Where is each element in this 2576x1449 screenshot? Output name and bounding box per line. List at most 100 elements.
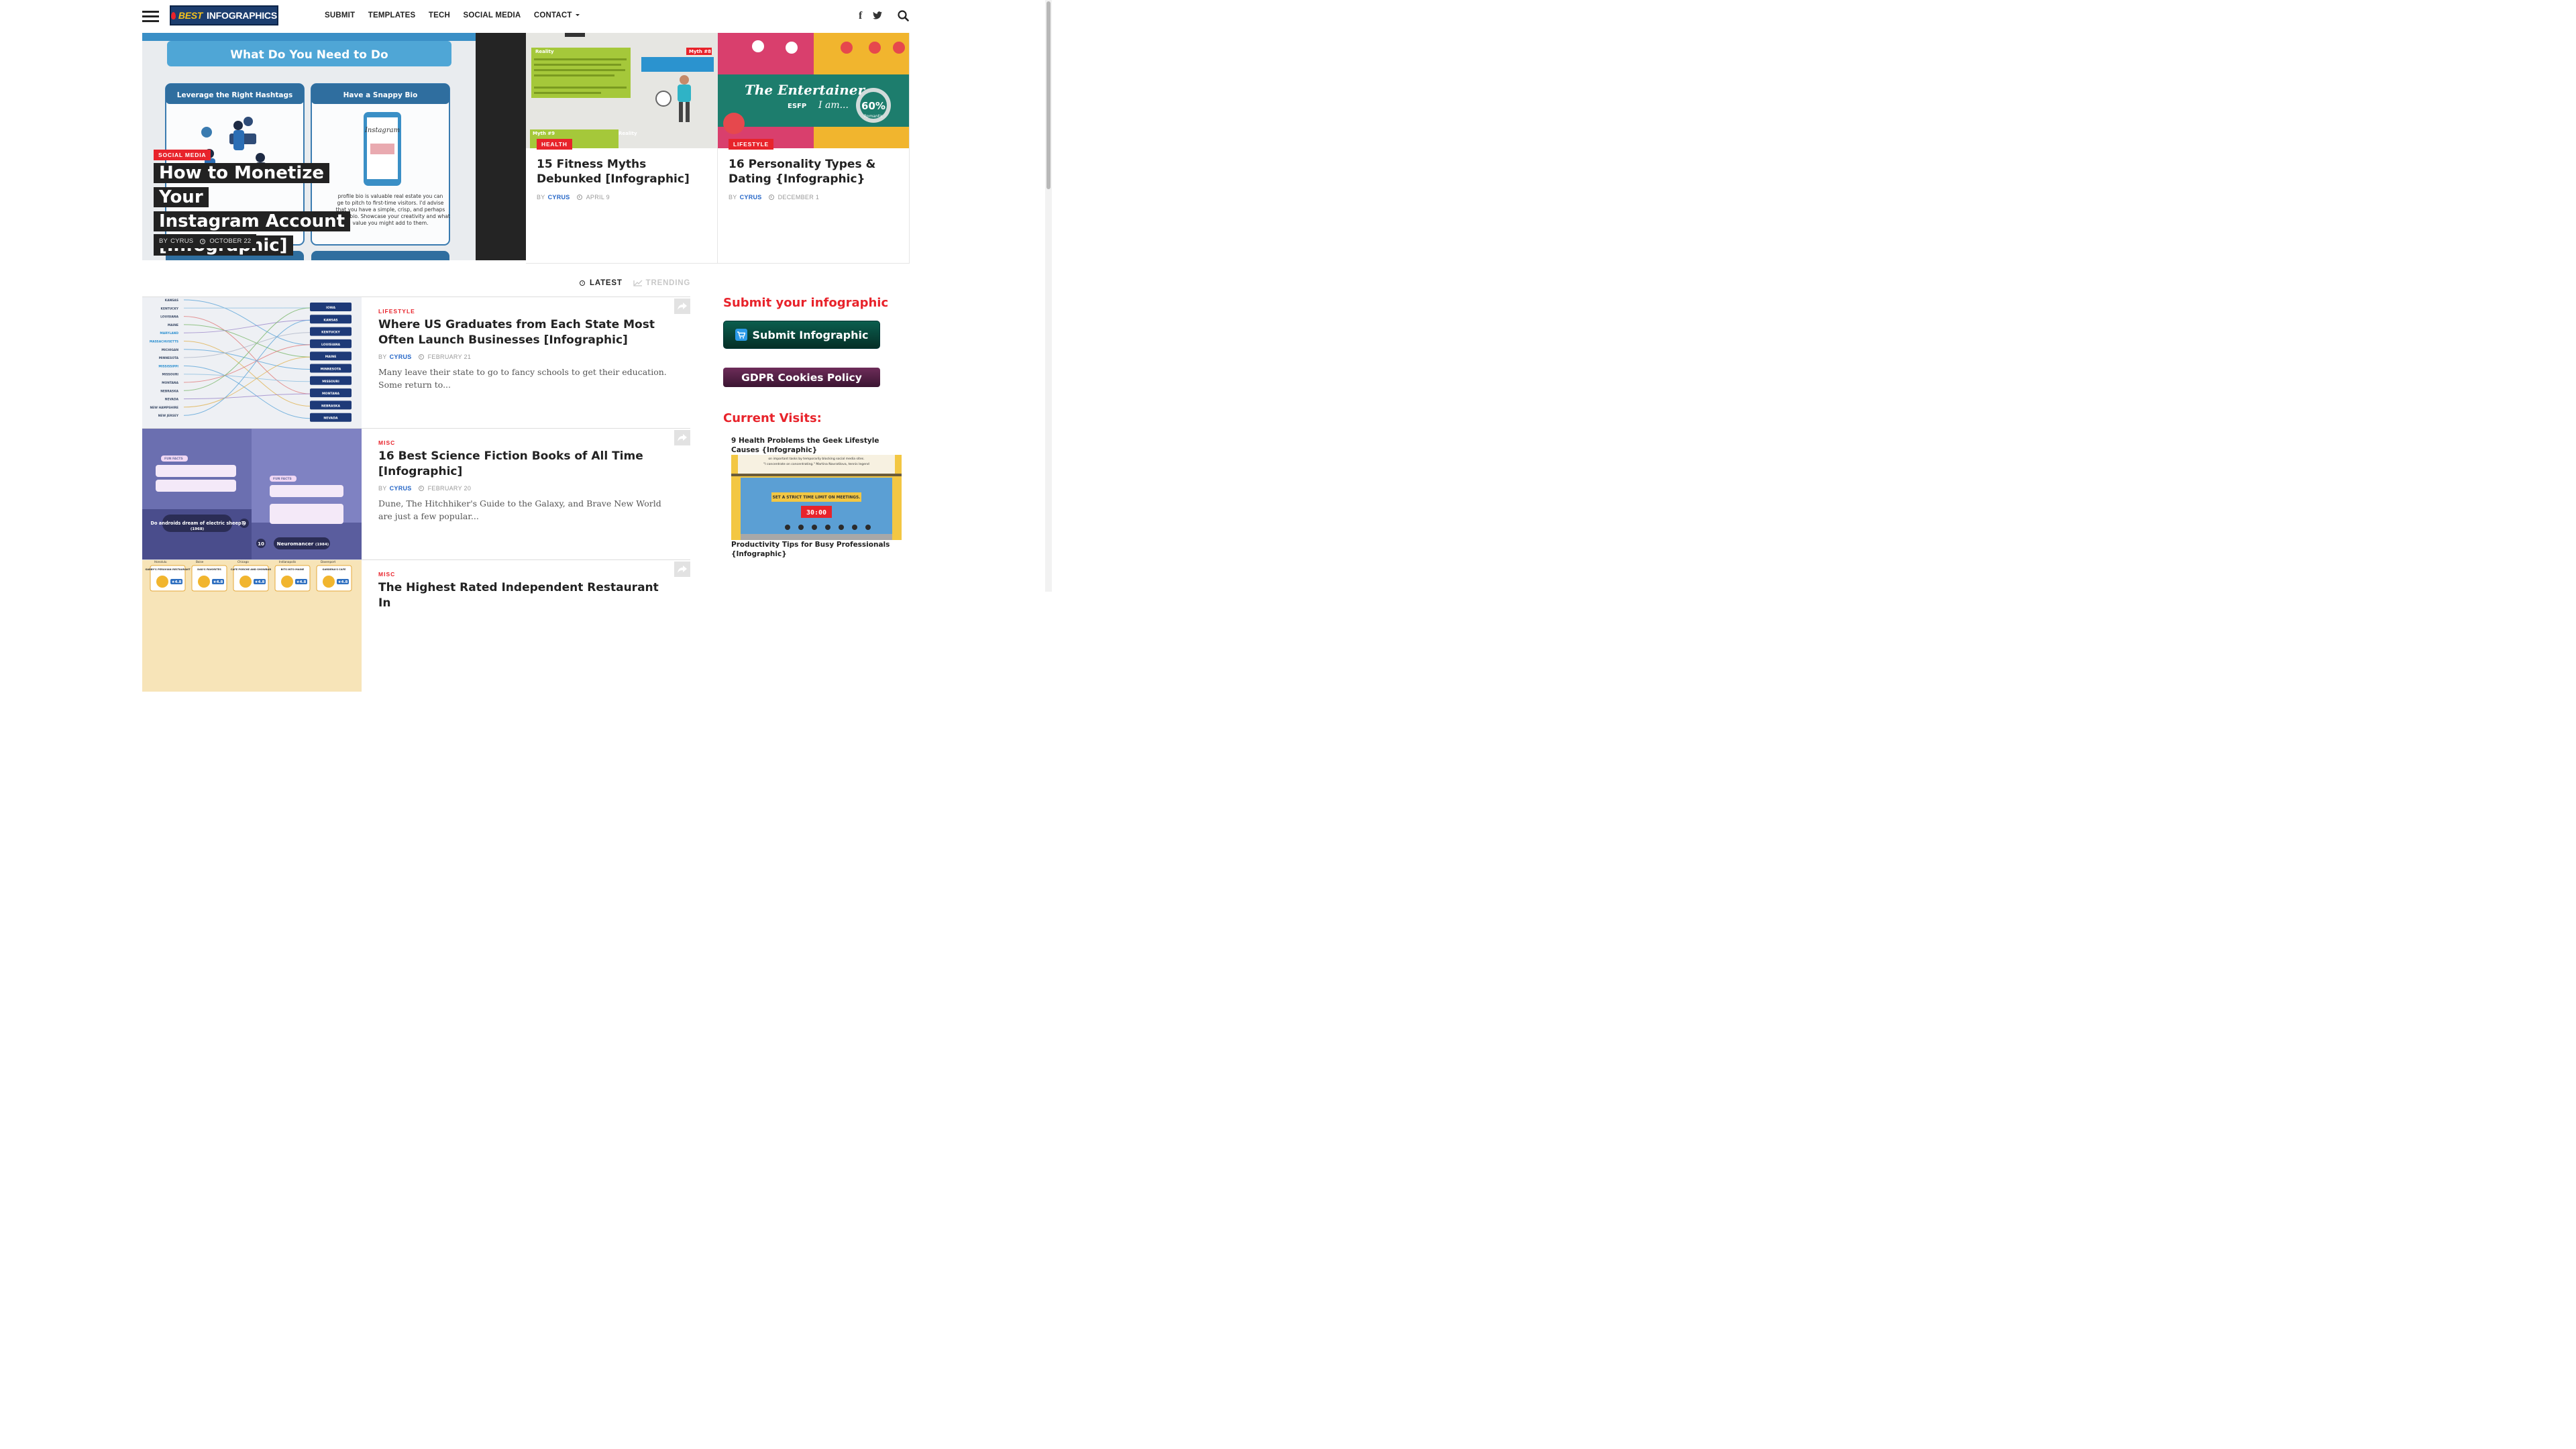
logo-drop-icon — [171, 11, 176, 19]
state-label-left: KANSAS — [165, 299, 178, 303]
featured-card-fitness[interactable]: Reality Myth #9 Reality Myth #8 HEALTH 1… — [526, 33, 718, 264]
list-item-image: FUN FACTS FUN FACTS Do androids dream of… — [142, 429, 362, 560]
card-fitness-image: Reality Myth #9 Reality Myth #8 — [526, 33, 717, 148]
card2-img-pct: 60% — [861, 100, 885, 112]
tab-trending-label: TRENDING — [645, 279, 691, 287]
rating-value: ★4.8 — [255, 580, 265, 584]
state-label-left: MONTANA — [162, 381, 179, 385]
card2-author[interactable]: CYRUS — [740, 194, 762, 201]
list-item[interactable]: KANSAS KENTUCKY LOUISIANA MAINE MARYLAND MASS… — [142, 297, 690, 429]
city-label: Chicago — [237, 560, 249, 564]
state-label-right: MINNESOTA — [321, 368, 341, 372]
list-item-date: FEBRUARY 21 — [427, 354, 472, 360]
restaurant-name: BITS INTO MAINE — [281, 568, 305, 571]
card2-img-entertainer: The Entertainer — [745, 82, 865, 98]
state-label-left: MARYLAND — [160, 331, 178, 335]
state-label-left: MISSISSIPPI — [158, 364, 178, 368]
list-item-category[interactable]: LIFESTYLE — [378, 308, 415, 315]
tab-latest[interactable]: LATEST — [580, 279, 623, 287]
visit-img-banner: SET A STRICT TIME LIMIT ON MEETINGS. — [773, 496, 861, 500]
current-visit-link[interactable]: Productivity Tips for Busy Professionals… — [731, 540, 899, 559]
restaurant-name: CAFE PORCHE AND SHOWBAR — [231, 568, 272, 571]
list-item-author[interactable]: CYRUS — [390, 354, 412, 360]
list2-img-funfacts-2: FUN FACTS — [273, 477, 292, 481]
list2-img-book2: Neuromancer — [277, 541, 314, 547]
city-label: Boise — [196, 560, 204, 564]
rating-value: ★4.8 — [297, 580, 307, 584]
list-item-title[interactable]: Where US Graduates from Each State Most … — [378, 317, 667, 348]
card1-title[interactable]: 15 Fitness Myths Debunked [Infographic] — [537, 157, 708, 186]
state-label-left: LOUISIANA — [160, 315, 178, 319]
state-label-left: NEBRASKA — [160, 389, 178, 393]
card2-img-pct-label: Romantic — [864, 114, 883, 119]
card2-img-type: ESFP — [788, 103, 806, 110]
state-label-right: MISSOURI — [322, 380, 339, 384]
nav-contact[interactable]: CONTACT — [534, 11, 580, 19]
list2-img-book2-year: (1984) — [315, 543, 329, 547]
gdpr-cookies-button[interactable]: GDPR Cookies Policy — [723, 368, 880, 387]
page-scrollbar[interactable] — [1045, 0, 1052, 592]
menu-hamburger-icon[interactable] — [142, 11, 159, 22]
restaurant-plate — [239, 576, 252, 588]
state-label-left: KENTUCKY — [161, 307, 179, 311]
tab-trending[interactable]: TRENDING — [633, 279, 690, 287]
current-visit-image[interactable]: on important tasks by temporarily blocki… — [731, 455, 902, 540]
restaurant-plate — [323, 576, 335, 588]
list-item-category[interactable]: MISC — [378, 439, 395, 446]
current-visit-link[interactable]: 9 Health Problems the Geek Lifestyle Cau… — [731, 436, 899, 455]
card1-category-badge[interactable]: HEALTH — [537, 139, 572, 150]
featured-title-line-2: Instagram Account — [154, 211, 351, 231]
state-label-right: KANSAS — [323, 318, 337, 322]
featured-author[interactable]: CYRUS — [170, 237, 193, 245]
nav-social-media[interactable]: SOCIAL MEDIA — [463, 11, 521, 19]
nav-tech[interactable]: TECH — [429, 11, 450, 19]
list-item[interactable]: FUN FACTS FUN FACTS Do androids dream of… — [142, 428, 690, 560]
share-button[interactable] — [674, 430, 690, 445]
card2-by: BY — [729, 194, 737, 201]
card1-date: APRIL 9 — [586, 194, 610, 201]
state-label-right: IOWA — [326, 306, 335, 310]
featured-card-personality[interactable]: The Entertainer I am... ESFP 60% Romanti… — [718, 33, 910, 264]
nav-templates[interactable]: TEMPLATES — [368, 11, 416, 19]
list2-img-book1: Do androids dream of electric sheep? — [151, 521, 244, 526]
share-button[interactable] — [674, 299, 690, 314]
state-label-left: MASSACHUSETTS — [150, 340, 178, 344]
trending-chart-icon — [633, 280, 643, 286]
list-item-author[interactable]: CYRUS — [390, 485, 412, 492]
card2-category-badge[interactable]: LIFESTYLE — [729, 139, 774, 150]
restaurant-name: DAD'S FAVORITES — [197, 568, 221, 571]
facebook-icon[interactable]: f — [859, 10, 862, 22]
site-logo[interactable]: BEST INFOGRAPHICS — [170, 5, 278, 25]
submit-infographic-button[interactable]: Submit Infographic — [723, 321, 880, 349]
nav-submit[interactable]: SUBMIT — [325, 11, 355, 19]
featured-category-badge[interactable]: SOCIAL MEDIA — [154, 150, 211, 160]
card1-author[interactable]: CYRUS — [548, 194, 570, 201]
list-item-date: FEBRUARY 20 — [427, 485, 472, 492]
state-label-left: MAINE — [168, 323, 178, 327]
clock-icon — [768, 195, 774, 200]
list-item-title[interactable]: The Highest Rated Independent Restaurant… — [378, 580, 667, 611]
feat-img-right-box: Have a Snappy Bio — [343, 91, 418, 99]
scrollbar-thumb[interactable] — [1046, 1, 1051, 189]
card2-title[interactable]: 16 Personality Types & Dating {Infograph… — [729, 157, 900, 186]
list-item-by: BY — [378, 485, 387, 492]
card2-meta: BY CYRUS DECEMBER 1 — [729, 194, 819, 201]
state-label-left: NEW JERSEY — [158, 414, 179, 418]
list-item-image: KANSAS KENTUCKY LOUISIANA MAINE MARYLAND MASS… — [142, 297, 362, 429]
visit-img-quote: "I concentrate on concentrating." Martin… — [763, 462, 869, 466]
submit-infographic-label: Submit Infographic — [752, 328, 869, 341]
city-label: Indianapolis — [279, 560, 296, 564]
rating-value: ★4.8 — [213, 580, 223, 584]
state-label-right: NEVADA — [323, 417, 338, 421]
share-arrow-icon — [678, 302, 687, 310]
state-label-right: LOUISIANA — [321, 343, 341, 347]
twitter-icon[interactable] — [873, 11, 882, 23]
list-item-category[interactable]: MISC — [378, 571, 395, 578]
list-item-title[interactable]: 16 Best Science Fiction Books of All Tim… — [378, 449, 667, 480]
state-label-right: MAINE — [325, 355, 337, 359]
search-icon[interactable] — [898, 10, 909, 25]
share-button[interactable] — [674, 561, 690, 577]
state-label-right: NEBRASKA — [321, 404, 340, 408]
list-item[interactable]: Honolulu GABBY'S PERUVIAN RESTAURANT ★4.8 B… — [142, 559, 690, 692]
clock-icon — [200, 238, 206, 244]
